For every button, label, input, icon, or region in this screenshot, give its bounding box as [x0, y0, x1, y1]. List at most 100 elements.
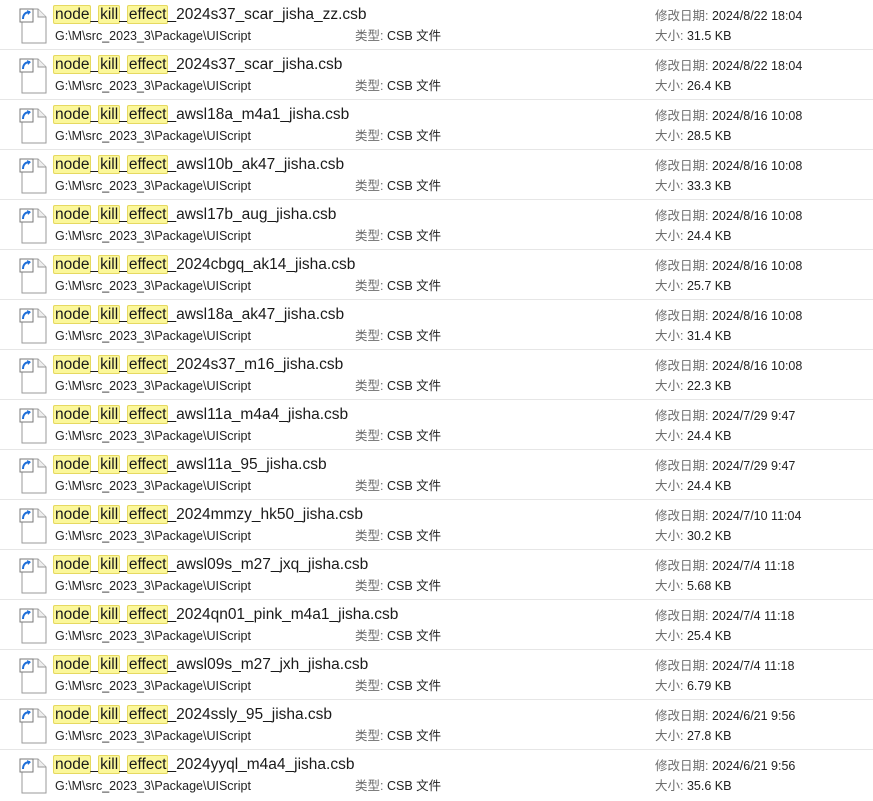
file-path: G:\M\src_2023_3\Package\UIScript — [55, 229, 251, 243]
file-type-value: CSB 文件 — [386, 629, 442, 643]
file-result-row[interactable]: node_kill_effect_awsl17b_aug_jisha.csb G:… — [0, 200, 873, 250]
file-type-label: 类型: — [355, 529, 384, 543]
file-name[interactable]: node_kill_effect_2024yyql_m4a4_jisha.csb — [53, 754, 354, 776]
name-separator: _ — [167, 556, 177, 573]
file-type-label: 类型: — [355, 179, 384, 193]
search-match-highlight: node — [53, 755, 92, 774]
file-shortcut-icon — [19, 758, 49, 794]
file-name-suffix: awsl18a_m4a1_jisha.csb — [176, 106, 350, 123]
file-modified: 修改日期: 2024/6/21 9:56 — [655, 758, 795, 774]
file-modified: 修改日期: 2024/8/16 10:08 — [655, 358, 802, 374]
file-modified: 修改日期: 2024/8/16 10:08 — [655, 258, 802, 274]
file-name[interactable]: node_kill_effect_awsl18a_ak47_jisha.csb — [53, 304, 344, 326]
size-label: 大小: — [655, 479, 684, 493]
file-type: 类型: CSB 文件 — [355, 228, 441, 244]
file-name[interactable]: node_kill_effect_2024s37_scar_jisha.csb — [53, 54, 342, 76]
file-name[interactable]: node_kill_effect_awsl09s_m27_jxh_jisha.c… — [53, 654, 368, 676]
modified-value: 2024/8/22 18:04 — [711, 59, 803, 73]
search-match-highlight: node — [53, 105, 92, 124]
search-match-highlight: effect — [126, 5, 169, 24]
file-type-label: 类型: — [355, 779, 384, 793]
modified-value: 2024/8/16 10:08 — [711, 359, 803, 373]
search-match-highlight: kill — [98, 555, 121, 574]
file-shortcut-icon — [19, 158, 49, 194]
file-result-row[interactable]: node_kill_effect_2024mmzy_hk50_jisha.csb… — [0, 500, 873, 550]
file-name-suffix: 2024s37_m16_jisha.csb — [176, 356, 344, 373]
file-name[interactable]: node_kill_effect_awsl11a_m4a4_jisha.csb — [53, 404, 349, 426]
file-name[interactable]: node_kill_effect_2024mmzy_hk50_jisha.csb — [53, 504, 364, 526]
file-result-row[interactable]: node_kill_effect_awsl10b_ak47_jisha.csb G… — [0, 150, 873, 200]
search-match-highlight: kill — [98, 705, 121, 724]
search-match-highlight: effect — [126, 55, 169, 74]
file-name[interactable]: node_kill_effect_awsl10b_ak47_jisha.csb — [53, 154, 344, 176]
file-modified: 修改日期: 2024/7/4 11:18 — [655, 558, 794, 574]
file-result-row[interactable]: node_kill_effect_awsl18a_ak47_jisha.csb G… — [0, 300, 873, 350]
file-result-row[interactable]: node_kill_effect_awsl09s_m27_jxh_jisha.c… — [0, 650, 873, 700]
modified-value: 2024/7/4 11:18 — [711, 659, 795, 673]
file-path: G:\M\src_2023_3\Package\UIScript — [55, 579, 251, 593]
file-name-suffix: 2024mmzy_hk50_jisha.csb — [176, 506, 364, 523]
file-type: 类型: CSB 文件 — [355, 78, 441, 94]
name-separator: _ — [167, 6, 177, 23]
file-type: 类型: CSB 文件 — [355, 628, 441, 644]
search-match-highlight: node — [53, 205, 92, 224]
name-separator: _ — [167, 606, 177, 623]
search-match-highlight: effect — [126, 705, 169, 724]
file-path: G:\M\src_2023_3\Package\UIScript — [55, 379, 251, 393]
file-name[interactable]: node_kill_effect_2024cbgq_ak14_jisha.csb — [53, 254, 356, 276]
file-name[interactable]: node_kill_effect_awsl18a_m4a1_jisha.csb — [53, 104, 350, 126]
file-type-value: CSB 文件 — [386, 479, 442, 493]
search-match-highlight: effect — [126, 455, 169, 474]
search-match-highlight: kill — [98, 405, 121, 424]
file-type-label: 类型: — [355, 329, 384, 343]
modified-value: 2024/7/4 11:18 — [711, 559, 795, 573]
file-modified: 修改日期: 2024/8/22 18:04 — [655, 8, 802, 24]
file-name[interactable]: node_kill_effect_2024ssly_95_jisha.csb — [53, 704, 332, 726]
name-separator: _ — [167, 706, 177, 723]
file-name-suffix: 2024cbgq_ak14_jisha.csb — [176, 256, 356, 273]
name-separator: _ — [167, 456, 177, 473]
file-name-suffix: awsl17b_aug_jisha.csb — [176, 206, 337, 223]
file-type-label: 类型: — [355, 229, 384, 243]
file-type: 类型: CSB 文件 — [355, 28, 441, 44]
modified-label: 修改日期: — [655, 209, 709, 223]
file-name[interactable]: node_kill_effect_awsl11a_95_jisha.csb — [53, 454, 327, 476]
size-value: 25.4 KB — [686, 629, 732, 643]
file-size: 大小: 26.4 KB — [655, 78, 731, 94]
file-result-row[interactable]: node_kill_effect_awsl18a_m4a1_jisha.csb G… — [0, 100, 873, 150]
search-match-highlight: kill — [98, 305, 121, 324]
file-type-label: 类型: — [355, 129, 384, 143]
search-match-highlight: kill — [98, 155, 121, 174]
file-type-value: CSB 文件 — [386, 179, 442, 193]
file-path: G:\M\src_2023_3\Package\UIScript — [55, 279, 251, 293]
file-shortcut-icon — [19, 108, 49, 144]
file-name[interactable]: node_kill_effect_awsl09s_m27_jxq_jisha.c… — [53, 554, 368, 576]
file-result-row[interactable]: node_kill_effect_awsl11a_m4a4_jisha.csb G… — [0, 400, 873, 450]
modified-value: 2024/7/29 9:47 — [711, 409, 796, 423]
file-type-value: CSB 文件 — [386, 729, 442, 743]
file-name[interactable]: node_kill_effect_2024s37_m16_jisha.csb — [53, 354, 344, 376]
file-path: G:\M\src_2023_3\Package\UIScript — [55, 179, 251, 193]
file-result-row[interactable]: node_kill_effect_awsl09s_m27_jxq_jisha.c… — [0, 550, 873, 600]
file-result-row[interactable]: node_kill_effect_2024qn01_pink_m4a1_jish… — [0, 600, 873, 650]
search-match-highlight: kill — [98, 105, 121, 124]
file-result-row[interactable]: node_kill_effect_awsl11a_95_jisha.csb G:\… — [0, 450, 873, 500]
size-value: 24.4 KB — [686, 229, 732, 243]
file-type: 类型: CSB 文件 — [355, 178, 441, 194]
search-results-list: node_kill_effect_2024s37_scar_jisha_zz.c… — [0, 0, 873, 801]
file-name[interactable]: node_kill_effect_awsl17b_aug_jisha.csb — [53, 204, 337, 226]
file-size: 大小: 30.2 KB — [655, 528, 731, 544]
file-result-row[interactable]: node_kill_effect_2024s37_scar_jisha_zz.c… — [0, 0, 873, 50]
file-result-row[interactable]: node_kill_effect_2024yyql_m4a4_jisha.csb… — [0, 750, 873, 800]
file-path: G:\M\src_2023_3\Package\UIScript — [55, 729, 251, 743]
file-name-suffix: awsl11a_m4a4_jisha.csb — [176, 406, 349, 423]
file-result-row[interactable]: node_kill_effect_2024s37_scar_jisha.csb G… — [0, 50, 873, 100]
file-result-row[interactable]: node_kill_effect_2024cbgq_ak14_jisha.csb… — [0, 250, 873, 300]
file-result-row[interactable]: node_kill_effect_2024s37_m16_jisha.csb G:… — [0, 350, 873, 400]
file-result-row[interactable]: node_kill_effect_2024ssly_95_jisha.csb G:… — [0, 700, 873, 750]
file-type-value: CSB 文件 — [386, 529, 442, 543]
modified-value: 2024/8/16 10:08 — [711, 259, 803, 273]
file-name[interactable]: node_kill_effect_2024qn01_pink_m4a1_jish… — [53, 604, 398, 626]
file-name[interactable]: node_kill_effect_2024s37_scar_jisha_zz.c… — [53, 4, 367, 26]
file-type-label: 类型: — [355, 279, 384, 293]
